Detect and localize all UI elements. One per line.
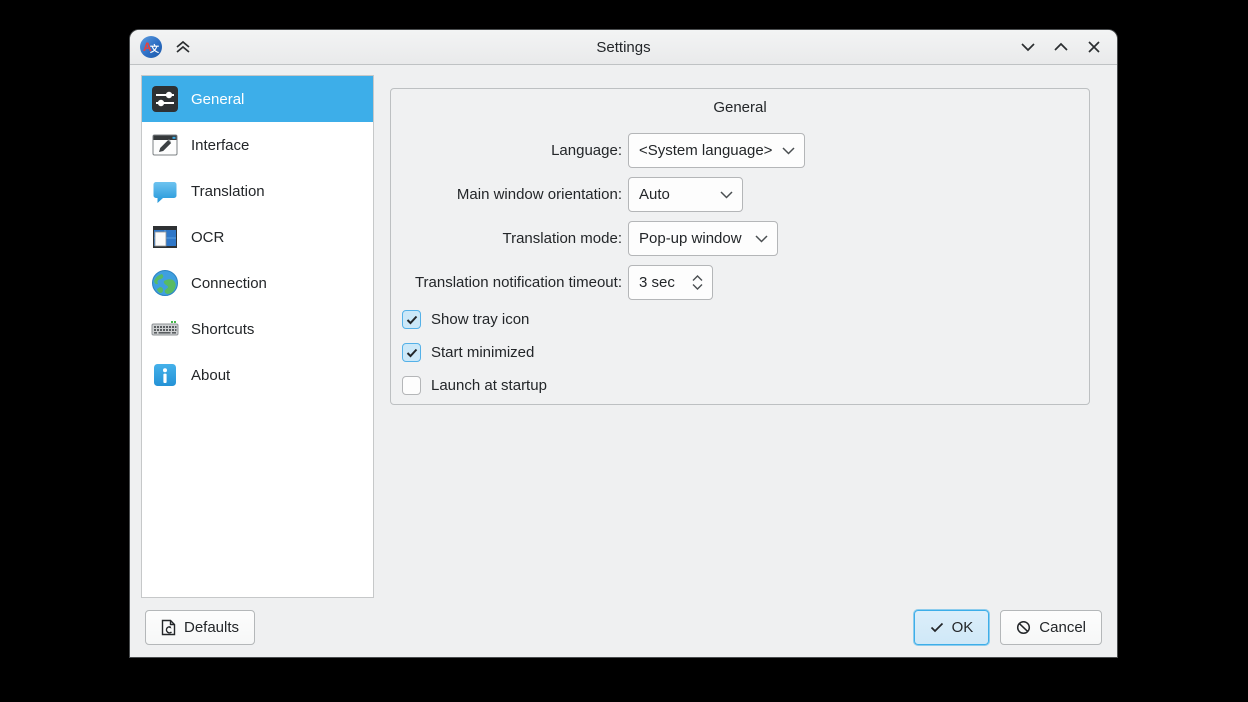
defaults-button-label: Defaults xyxy=(184,619,239,636)
sidebar-item-label: Translation xyxy=(191,183,265,200)
chevron-down-icon xyxy=(720,191,733,199)
show-tray-icon-row[interactable]: Show tray icon xyxy=(402,303,547,336)
settings-window: Settings A文 xyxy=(130,30,1117,657)
groupbox-title: General xyxy=(391,89,1089,116)
language-row: Language: <System language> xyxy=(391,133,1089,168)
screen-page-icon xyxy=(150,222,180,252)
minimize-icon[interactable] xyxy=(1019,38,1037,56)
sidebar-item-connection[interactable]: Connection xyxy=(142,260,373,306)
speech-bubble-icon xyxy=(150,176,180,206)
sidebar-item-label: General xyxy=(191,91,244,108)
spin-down-icon[interactable] xyxy=(692,284,703,290)
launch-at-startup-row[interactable]: Launch at startup xyxy=(402,369,547,402)
show-tray-icon-checkbox[interactable] xyxy=(402,310,421,329)
language-value: <System language> xyxy=(639,142,772,159)
titlebar[interactable]: Settings A文 xyxy=(130,30,1117,65)
launch-at-startup-checkbox[interactable] xyxy=(402,376,421,395)
globe-icon xyxy=(150,268,180,298)
close-icon[interactable] xyxy=(1085,38,1103,56)
orientation-row: Main window orientation: Auto xyxy=(391,177,1089,212)
translation-mode-row: Translation mode: Pop-up window xyxy=(391,221,1089,256)
chevron-down-icon xyxy=(755,235,768,243)
sidebar-item-general[interactable]: General xyxy=(142,76,373,122)
window-pen-icon xyxy=(150,130,180,160)
general-groupbox: General Language: <System language> Main… xyxy=(390,88,1090,405)
translation-mode-select[interactable]: Pop-up window xyxy=(628,221,778,256)
ok-button[interactable]: OK xyxy=(914,610,990,645)
start-minimized-checkbox[interactable] xyxy=(402,343,421,362)
start-minimized-label: Start minimized xyxy=(431,344,534,361)
check-icon xyxy=(406,315,418,325)
ok-button-label: OK xyxy=(952,619,974,636)
sidebar-item-label: Connection xyxy=(191,275,267,292)
defaults-button[interactable]: Defaults xyxy=(145,610,255,645)
cancel-button-label: Cancel xyxy=(1039,619,1086,636)
sidebar-item-label: Shortcuts xyxy=(191,321,254,338)
notification-timeout-spinbox[interactable]: 3 sec xyxy=(628,265,713,300)
notification-timeout-row: Translation notification timeout: 3 sec xyxy=(391,265,1089,300)
window-title: Settings xyxy=(130,39,1117,56)
keyboard-icon xyxy=(150,314,180,344)
translation-mode-value: Pop-up window xyxy=(639,230,742,247)
maximize-icon[interactable] xyxy=(1052,38,1070,56)
notification-timeout-value: 3 sec xyxy=(639,274,675,291)
show-tray-icon-label: Show tray icon xyxy=(431,311,529,328)
launch-at-startup-label: Launch at startup xyxy=(431,377,547,394)
sidebar-item-about[interactable]: About xyxy=(142,352,373,398)
orientation-label: Main window orientation: xyxy=(391,186,628,203)
spin-up-icon[interactable] xyxy=(692,275,703,281)
sidebar-item-label: Interface xyxy=(191,137,249,154)
check-icon xyxy=(406,348,418,358)
app-icon: A文 xyxy=(140,36,162,58)
language-select[interactable]: <System language> xyxy=(628,133,805,168)
shade-icon[interactable] xyxy=(174,38,192,56)
translation-mode-label: Translation mode: xyxy=(391,230,628,247)
dialog-button-bar: Defaults OK Cancel xyxy=(130,597,1117,657)
sidebar-item-translation[interactable]: Translation xyxy=(142,168,373,214)
cancel-button[interactable]: Cancel xyxy=(1000,610,1102,645)
restore-defaults-icon xyxy=(161,619,176,636)
settings-category-list: General Interface Translation xyxy=(141,75,374,598)
start-minimized-row[interactable]: Start minimized xyxy=(402,336,547,369)
sidebar-item-shortcuts[interactable]: Shortcuts xyxy=(142,306,373,352)
notification-timeout-label: Translation notification timeout: xyxy=(391,274,628,291)
orientation-select[interactable]: Auto xyxy=(628,177,743,212)
orientation-value: Auto xyxy=(639,186,670,203)
sidebar-item-ocr[interactable]: OCR xyxy=(142,214,373,260)
sliders-icon xyxy=(150,84,180,114)
check-icon xyxy=(930,622,944,633)
sidebar-item-label: OCR xyxy=(191,229,224,246)
info-icon xyxy=(150,360,180,390)
sidebar-item-label: About xyxy=(191,367,230,384)
chevron-down-icon xyxy=(782,147,795,155)
language-label: Language: xyxy=(391,142,628,159)
cancel-icon xyxy=(1016,620,1031,635)
sidebar-item-interface[interactable]: Interface xyxy=(142,122,373,168)
